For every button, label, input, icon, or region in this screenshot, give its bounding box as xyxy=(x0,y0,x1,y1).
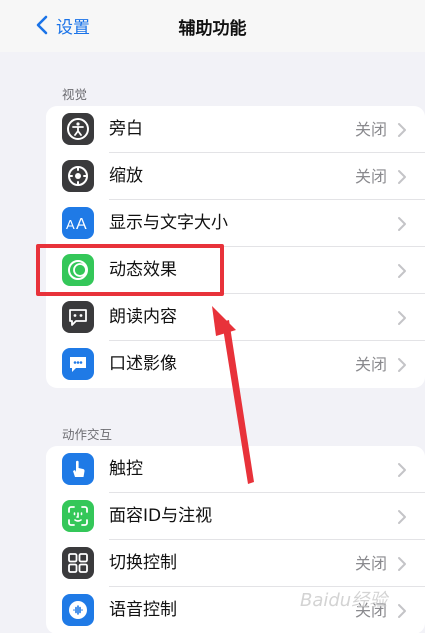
list-item-spoken-content[interactable]: 朗读内容 xyxy=(46,294,425,341)
list-item-value: 关闭 xyxy=(354,554,387,573)
chevron-right-icon xyxy=(398,510,406,524)
list-item-label: 触控 xyxy=(109,459,143,479)
vision-settings-group: 旁白 关闭 缩放 关闭 A A 显示与文字大小 动态效果 朗读内容 口述影像 关… xyxy=(46,106,425,388)
list-item-voiceover[interactable]: 旁白 关闭 xyxy=(46,106,425,153)
list-item-audio-description[interactable]: 口述影像 关闭 xyxy=(46,341,425,388)
list-item-label: 动态效果 xyxy=(109,260,177,280)
chevron-right-icon xyxy=(398,123,406,137)
audio-description-icon xyxy=(62,348,94,380)
list-item-switch-control[interactable]: 切换控制 关闭 xyxy=(46,540,425,587)
list-item-display-text-size[interactable]: A A 显示与文字大小 xyxy=(46,200,425,247)
voiceover-icon xyxy=(62,113,94,145)
list-item-label: 语音控制 xyxy=(109,600,177,620)
section-header-physical-motor: 动作交互 xyxy=(62,427,113,442)
text-size-icon: A A xyxy=(62,207,94,239)
list-item-touch[interactable]: 触控 xyxy=(46,446,425,493)
face-id-icon xyxy=(62,500,94,532)
list-item-label: 缩放 xyxy=(109,166,143,186)
chevron-right-icon xyxy=(398,264,406,278)
svg-text:A: A xyxy=(76,216,87,233)
switch-control-icon xyxy=(62,547,94,579)
chevron-right-icon xyxy=(398,604,406,618)
zoom-icon xyxy=(62,160,94,192)
list-item-zoom[interactable]: 缩放 关闭 xyxy=(46,153,425,200)
list-item-label: 朗读内容 xyxy=(109,307,177,327)
list-item-motion[interactable]: 动态效果 xyxy=(46,247,425,294)
chevron-right-icon xyxy=(398,557,406,571)
watermark: Baidu经验 xyxy=(300,590,388,611)
chevron-right-icon xyxy=(398,170,406,184)
page-title: 辅助功能 xyxy=(178,19,247,39)
list-item-face-id-attention[interactable]: 面容ID与注视 xyxy=(46,493,425,540)
list-item-value: 关闭 xyxy=(354,355,387,374)
voice-control-icon xyxy=(62,594,94,626)
navigation-bar: 设置 辅助功能 xyxy=(0,0,425,52)
chevron-right-icon xyxy=(398,358,406,372)
chevron-right-icon xyxy=(398,217,406,231)
svg-text:A: A xyxy=(66,217,75,232)
list-item-label: 面容ID与注视 xyxy=(109,506,213,526)
list-item-label: 切换控制 xyxy=(109,553,177,573)
list-item-value: 关闭 xyxy=(354,120,387,139)
section-header-vision: 视觉 xyxy=(62,87,88,102)
chevron-right-icon xyxy=(398,463,406,477)
list-item-label: 口述影像 xyxy=(109,354,177,374)
motion-icon xyxy=(62,254,94,286)
list-item-value: 关闭 xyxy=(354,167,387,186)
spoken-content-icon xyxy=(62,301,94,333)
list-item-label: 旁白 xyxy=(109,119,143,139)
touch-icon xyxy=(62,453,94,485)
list-item-label: 显示与文字大小 xyxy=(109,213,228,233)
chevron-right-icon xyxy=(398,311,406,325)
